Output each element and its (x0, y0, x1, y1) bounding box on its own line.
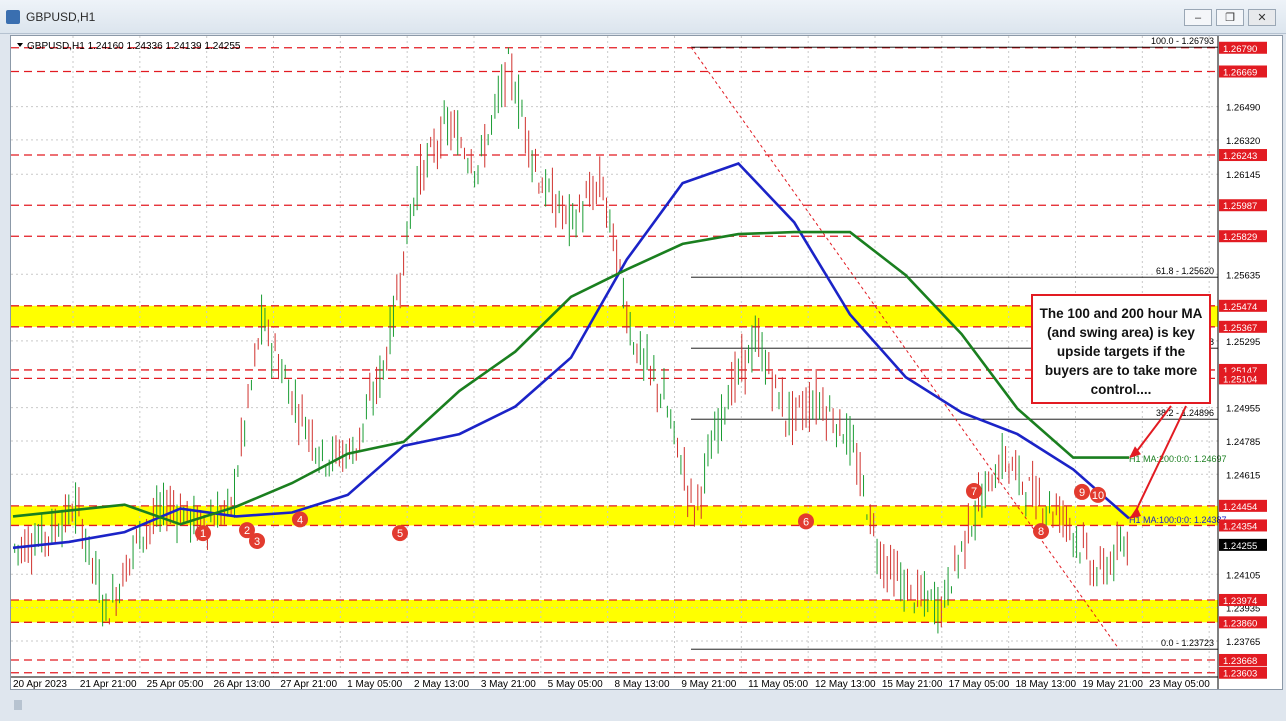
swing-marker-label: 2 (244, 525, 250, 537)
y-tick-label: 1.25295 (1226, 337, 1260, 348)
x-tick-label: 5 May 05:00 (548, 679, 603, 689)
annotation-callout: The 100 and 200 hour MA (and swing area)… (1031, 294, 1211, 404)
x-tick-label: 8 May 13:00 (615, 679, 670, 689)
x-tick-label: 15 May 21:00 (882, 679, 943, 689)
maximize-button[interactable]: ❐ (1216, 9, 1244, 26)
price-tag-label: 1.26790 (1223, 44, 1257, 55)
price-tag-label: 1.25104 (1223, 374, 1257, 385)
swing-marker-label: 1 (200, 528, 206, 540)
y-tick-label: 1.25635 (1226, 270, 1260, 281)
x-tick-label: 11 May 05:00 (748, 679, 808, 689)
price-tag-label: 1.23603 (1223, 669, 1257, 680)
swing-zone (11, 505, 1218, 526)
chart-app-icon (6, 10, 20, 24)
price-tag-label: 1.25829 (1223, 232, 1257, 243)
x-tick-label: 21 Apr 21:00 (80, 679, 137, 689)
swing-marker-label: 10 (1092, 490, 1104, 502)
price-tag-label: 1.26669 (1223, 67, 1257, 78)
x-tick-label: 19 May 21:00 (1082, 679, 1143, 689)
current-price-label: 1.24255 (1223, 541, 1257, 552)
price-tag-label: 1.25987 (1223, 201, 1257, 212)
x-tick-label: 9 May 21:00 (681, 679, 736, 689)
swing-marker-label: 4 (297, 514, 303, 526)
close-button[interactable]: ✕ (1248, 9, 1276, 26)
minimize-button[interactable]: – (1184, 9, 1212, 26)
ma-value-label: H1 MA:100:0:0: 1.24387 (1129, 515, 1227, 525)
fib-level-label: 0.0 - 1.23723 (1161, 638, 1214, 648)
x-tick-label: 18 May 13:00 (1016, 679, 1077, 689)
price-tag-label: 1.24454 (1223, 502, 1257, 513)
price-tag-label: 1.25474 (1223, 302, 1257, 313)
x-tick-label: 25 Apr 05:00 (147, 679, 204, 689)
fib-level-label: 61.8 - 1.25620 (1156, 266, 1214, 276)
swing-marker-label: 9 (1079, 487, 1085, 499)
swing-marker-label: 5 (397, 528, 403, 540)
x-tick-label: 3 May 21:00 (481, 679, 536, 689)
window-titlebar: GBPUSD,H1 – ❐ ✕ (0, 0, 1286, 34)
y-tick-label: 1.26145 (1226, 170, 1260, 181)
price-tag-label: 1.23860 (1223, 618, 1257, 629)
price-tag-label: 1.23668 (1223, 656, 1257, 667)
swing-marker-label: 8 (1038, 526, 1044, 538)
window-title: GBPUSD,H1 (26, 10, 96, 24)
x-tick-label: 20 Apr 2023 (13, 679, 67, 689)
swing-zone (11, 599, 1218, 623)
x-tick-label: 1 May 05:00 (347, 679, 402, 689)
chart-area[interactable]: 100.0 - 1.2679361.8 - 1.25620525838.2 - … (10, 35, 1283, 690)
y-tick-label: 1.23765 (1226, 637, 1260, 648)
y-tick-label: 1.24955 (1226, 404, 1260, 415)
swing-marker-label: 6 (803, 516, 809, 528)
resize-grip-icon (14, 700, 22, 710)
y-tick-label: 1.24785 (1226, 437, 1260, 448)
y-tick-label: 1.24105 (1226, 570, 1260, 581)
price-tag-label: 1.24354 (1223, 521, 1257, 532)
price-tag-label: 1.23974 (1223, 596, 1257, 607)
x-tick-label: 2 May 13:00 (414, 679, 469, 689)
price-tag-label: 1.26243 (1223, 151, 1257, 162)
fib-level-label: 100.0 - 1.26793 (1151, 36, 1214, 46)
ma-value-label: H1 MA:200:0:0: 1.24697 (1129, 454, 1227, 464)
swing-marker-label: 7 (971, 486, 977, 498)
price-tag-label: 1.25367 (1223, 323, 1257, 334)
y-tick-label: 1.24615 (1226, 470, 1260, 481)
x-tick-label: 23 May 05:00 (1149, 679, 1210, 689)
symbol-dropdown-icon[interactable] (17, 43, 23, 47)
x-tick-label: 26 Apr 13:00 (214, 679, 271, 689)
chart-header: GBPUSD,H1 1.24160 1.24336 1.24139 1.2425… (27, 41, 241, 52)
x-tick-label: 27 Apr 21:00 (280, 679, 337, 689)
window-controls: – ❐ ✕ (1184, 9, 1276, 26)
ma100-line (12, 161, 1130, 550)
x-tick-label: 12 May 13:00 (815, 679, 876, 689)
x-tick-label: 17 May 05:00 (949, 679, 1010, 689)
swing-marker-label: 3 (254, 536, 260, 548)
status-bar (0, 690, 1286, 721)
y-tick-label: 1.26320 (1226, 136, 1260, 147)
y-tick-label: 1.26490 (1226, 103, 1260, 114)
